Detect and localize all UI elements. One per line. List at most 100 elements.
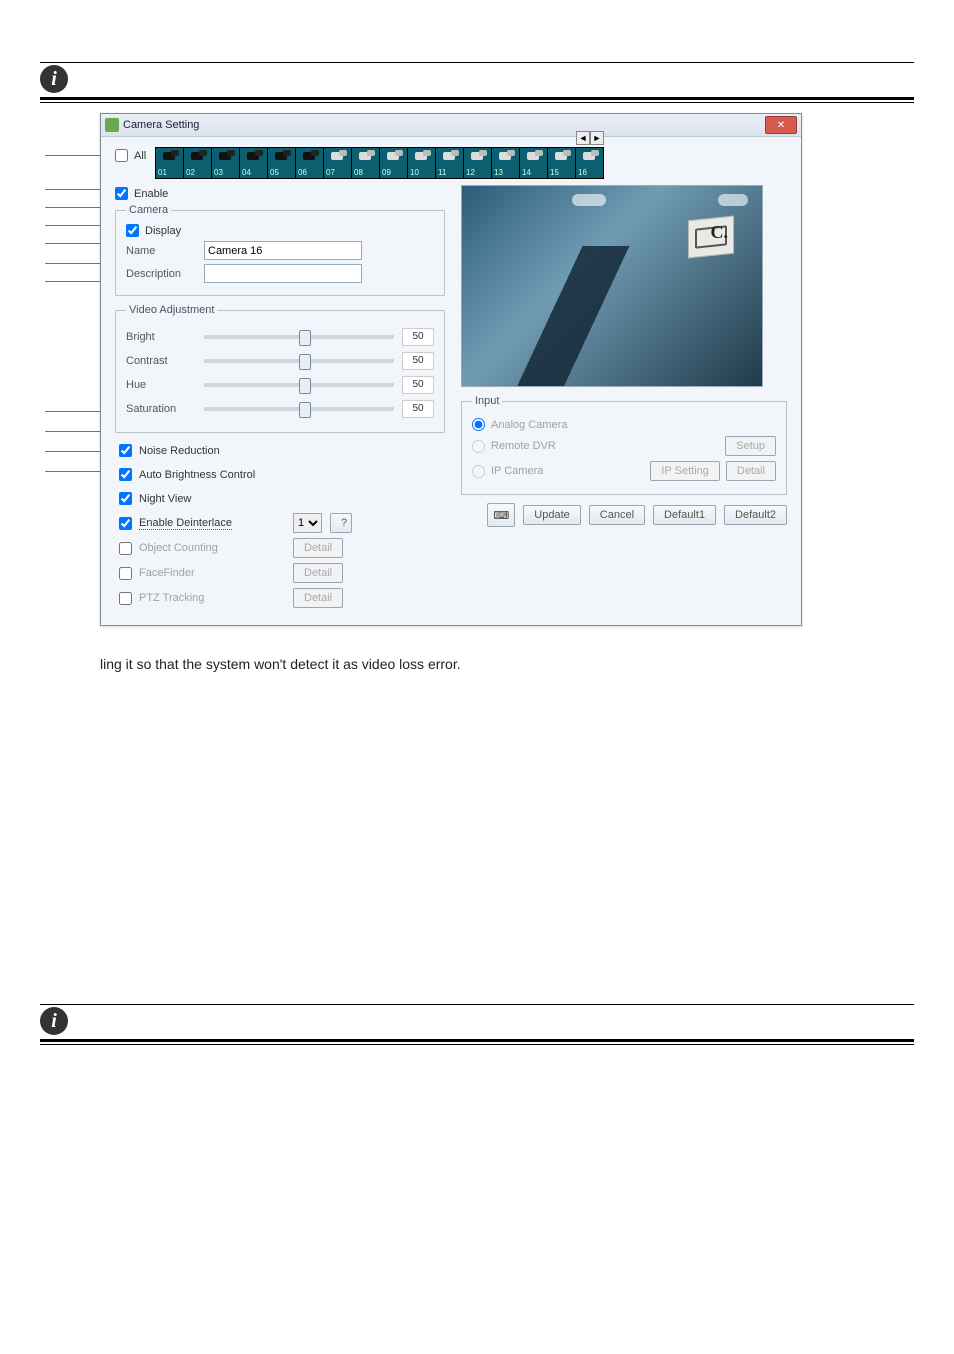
- preview-c-label: C.: [711, 222, 729, 243]
- enable-checkbox[interactable]: [115, 187, 128, 200]
- camera-cell-06[interactable]: 06: [295, 147, 323, 179]
- camera-number: 07: [324, 168, 337, 178]
- camera-number: 12: [464, 168, 477, 178]
- camera-number: 04: [240, 168, 253, 178]
- ptz-tracking-detail-button: Detail: [293, 588, 343, 608]
- cancel-button[interactable]: Cancel: [589, 505, 645, 525]
- camera-cell-09[interactable]: 09: [379, 147, 407, 179]
- camera-cell-11[interactable]: 11: [435, 147, 463, 179]
- deinterlace-select[interactable]: 1: [293, 513, 322, 533]
- display-checkbox[interactable]: [126, 224, 139, 237]
- auto-brightness-checkbox[interactable]: [119, 468, 132, 481]
- ptz-tracking-label: PTZ Tracking: [139, 592, 204, 604]
- description-input[interactable]: [204, 264, 362, 283]
- hue-slider[interactable]: [204, 383, 394, 387]
- camera-number: 10: [408, 168, 421, 178]
- enable-deinterlace-checkbox[interactable]: [119, 517, 132, 530]
- camera-group-legend: Camera: [126, 204, 171, 216]
- camera-number: 11: [436, 168, 448, 178]
- saturation-slider[interactable]: [204, 407, 394, 411]
- camera-icon: [583, 150, 601, 164]
- camera-cell-02[interactable]: 02: [183, 147, 211, 179]
- camera-cell-08[interactable]: 08: [351, 147, 379, 179]
- night-view-checkbox[interactable]: [119, 492, 132, 505]
- night-view-label: Night View: [139, 493, 191, 505]
- input-group: Input Analog Camera: [461, 395, 787, 495]
- camera-cell-14[interactable]: 14: [519, 147, 547, 179]
- camera-icon: [499, 150, 517, 164]
- camera-icon: [303, 150, 321, 164]
- contrast-slider[interactable]: [204, 359, 394, 363]
- camera-cell-03[interactable]: 03: [211, 147, 239, 179]
- deinterlace-help-button[interactable]: ?: [330, 513, 352, 533]
- preview-pane: C.: [461, 185, 763, 387]
- contrast-label: Contrast: [126, 355, 196, 367]
- facefinder-detail-button: Detail: [293, 563, 343, 583]
- camera-number: 13: [492, 168, 505, 178]
- saturation-slider-thumb[interactable]: [299, 402, 311, 418]
- hue-value: 50: [402, 376, 434, 394]
- camera-number: 05: [268, 168, 281, 178]
- camera-cell-07[interactable]: 07: [323, 147, 351, 179]
- ptz-tracking-checkbox[interactable]: [119, 592, 132, 605]
- close-button[interactable]: ✕: [765, 116, 797, 134]
- bright-slider-row: Bright 50: [126, 328, 434, 346]
- noise-reduction-checkbox[interactable]: [119, 444, 132, 457]
- saturation-value: 50: [402, 400, 434, 418]
- display-label: Display: [145, 225, 181, 237]
- hue-slider-thumb[interactable]: [299, 378, 311, 394]
- camera-cell-13[interactable]: 13: [491, 147, 519, 179]
- scroll-right-button[interactable]: ►: [590, 131, 604, 145]
- name-label: Name: [126, 245, 196, 257]
- camera-number: 15: [548, 168, 561, 178]
- camera-icon: [555, 150, 573, 164]
- object-counting-label: Object Counting: [139, 542, 218, 554]
- info-icon: i: [40, 65, 68, 93]
- camera-cell-05[interactable]: 05: [267, 147, 295, 179]
- camera-cell-10[interactable]: 10: [407, 147, 435, 179]
- camera-cell-16[interactable]: 16: [575, 147, 604, 179]
- app-icon: [105, 118, 119, 132]
- bright-slider-thumb[interactable]: [299, 330, 311, 346]
- ip-camera-radio: [472, 465, 485, 478]
- titlebar: Camera Setting ✕: [101, 114, 801, 137]
- camera-number: 01: [156, 168, 169, 178]
- camera-cell-04[interactable]: 04: [239, 147, 267, 179]
- ip-camera-label: IP Camera: [491, 465, 543, 477]
- analog-camera-radio[interactable]: [472, 418, 485, 431]
- info-icon: i: [40, 1007, 68, 1035]
- camera-cell-15[interactable]: 15: [547, 147, 575, 179]
- input-legend: Input: [472, 395, 502, 407]
- auto-brightness-label: Auto Brightness Control: [139, 469, 255, 481]
- camera-number: 06: [296, 168, 309, 178]
- object-counting-checkbox[interactable]: [119, 542, 132, 555]
- bright-value: 50: [402, 328, 434, 346]
- page-body-text: ling it so that the system won't detect …: [100, 656, 914, 672]
- camera-cell-01[interactable]: 01: [155, 147, 183, 179]
- saturation-slider-row: Saturation50: [126, 400, 434, 418]
- keyboard-button[interactable]: ⌨: [487, 503, 515, 527]
- camera-icon: [359, 150, 377, 164]
- default2-button[interactable]: Default2: [724, 505, 787, 525]
- bright-slider[interactable]: [204, 335, 394, 339]
- all-checkbox[interactable]: [115, 149, 128, 162]
- facefinder-checkbox[interactable]: [119, 567, 132, 580]
- contrast-slider-thumb[interactable]: [299, 354, 311, 370]
- ip-detail-button: Detail: [726, 461, 776, 481]
- camera-setting-window-wrap: Camera Setting ✕ All ◄ ► 010203040: [100, 113, 914, 626]
- camera-icon: [275, 150, 293, 164]
- bright-label: Bright: [126, 331, 196, 343]
- scroll-left-button[interactable]: ◄: [576, 131, 590, 145]
- enable-deinterlace-label: Enable Deinterlace: [139, 517, 232, 530]
- camera-number: 16: [576, 168, 589, 178]
- camera-cell-12[interactable]: 12: [463, 147, 491, 179]
- name-input[interactable]: [204, 241, 362, 260]
- update-button[interactable]: Update: [523, 505, 580, 525]
- contrast-value: 50: [402, 352, 434, 370]
- default1-button[interactable]: Default1: [653, 505, 716, 525]
- ip-setting-button: IP Setting: [650, 461, 720, 481]
- camera-strip: ◄ ► 01020304050607080910111213141516: [155, 147, 604, 179]
- camera-icon: [163, 150, 181, 164]
- remote-dvr-label: Remote DVR: [491, 440, 556, 452]
- analog-camera-label: Analog Camera: [491, 419, 567, 431]
